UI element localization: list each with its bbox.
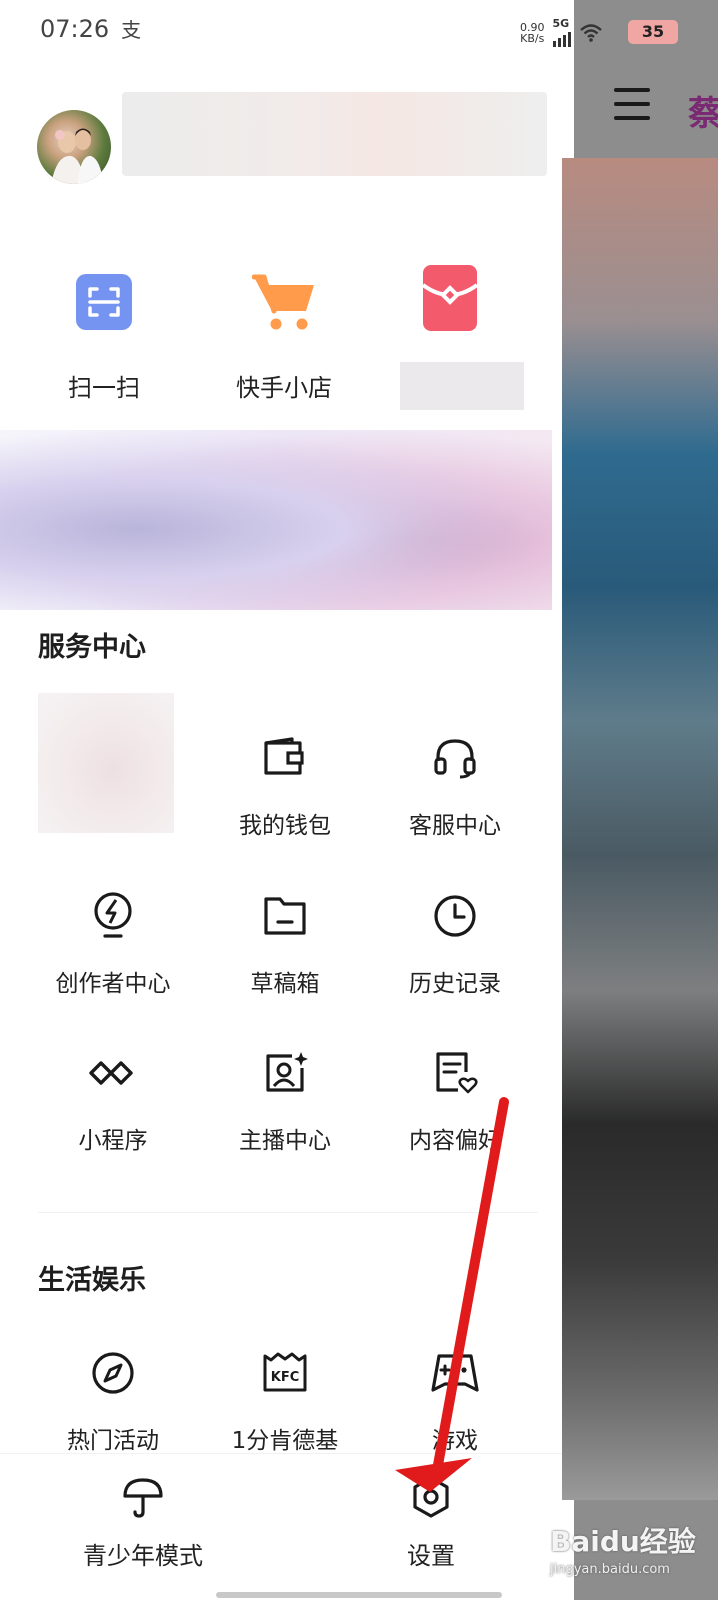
quick-action-shop[interactable]: 快手小店	[194, 270, 374, 403]
quick-actions: 扫一扫 快手小店	[0, 265, 562, 420]
section-title-service: 服务中心	[38, 632, 146, 663]
life-item-hot-activities[interactable]: 热门活动	[28, 1345, 198, 1455]
umbrella-icon	[123, 1478, 163, 1518]
service-item-label: 主播中心	[239, 1128, 331, 1154]
headset-icon	[427, 730, 483, 786]
promo-banner-blurred[interactable]	[0, 430, 552, 610]
red-envelope-icon	[418, 265, 482, 331]
clock-icon	[427, 888, 483, 944]
alipay-status-icon: 支	[121, 18, 142, 42]
settings-icon	[413, 1476, 449, 1518]
quick-action-scan[interactable]: 扫一扫	[14, 270, 194, 403]
baidu-watermark: Baidu经验 jingyan.baidu.com	[550, 1520, 696, 1577]
status-bar-left: 07:26 支	[40, 14, 141, 43]
avatar[interactable]	[37, 110, 111, 184]
service-item-label: 客服中心	[409, 813, 501, 839]
service-item-label: 历史记录	[409, 971, 501, 997]
section-title-life: 生活娱乐	[38, 1265, 146, 1296]
service-item-wallet[interactable]: 我的钱包	[200, 730, 370, 840]
side-drawer: 07:26 支 0.90 KB/s 5G 扫一扫 快手小店 服务中心 我的钱包 …	[0, 0, 602, 1600]
kfc-icon: KFC	[257, 1345, 313, 1401]
quick-action-red-envelope[interactable]	[360, 265, 540, 331]
life-item-games[interactable]: 游戏	[370, 1345, 540, 1455]
folder-icon	[257, 888, 313, 944]
network-label: 5G	[552, 17, 570, 30]
cart-icon	[252, 270, 316, 334]
svg-text:KFC: KFC	[271, 1370, 300, 1385]
net-speed-unit: KB/s	[520, 31, 545, 45]
hamburger-menu-icon[interactable]	[614, 88, 650, 124]
life-item-label: 1分肯德基	[231, 1428, 339, 1454]
wifi-icon	[579, 23, 602, 42]
status-time: 07:26	[40, 15, 110, 43]
service-item-customer-service[interactable]: 客服中心	[370, 730, 540, 840]
signal-icon	[552, 29, 571, 47]
service-item-content-preference[interactable]: 内容偏好	[370, 1045, 540, 1155]
scan-icon	[72, 270, 136, 334]
home-indicator[interactable]	[216, 1592, 502, 1598]
streamer-icon	[257, 1045, 313, 1101]
service-item-mini-program[interactable]: 小程序	[28, 1045, 198, 1155]
feed-blurred-content	[562, 158, 718, 1500]
status-bar-right: 0.90 KB/s 5G	[520, 18, 603, 47]
service-item-label: 草稿箱	[250, 971, 320, 997]
compass-icon	[85, 1345, 141, 1401]
service-item-label: 我的钱包	[239, 813, 331, 839]
teen-mode-button[interactable]: 青少年模式	[58, 1474, 228, 1571]
service-item-label: 创作者中心	[55, 971, 171, 997]
quick-action-label: 快手小店	[236, 374, 332, 402]
wallet-icon	[257, 730, 313, 786]
brand-fragment: 蔡	[688, 94, 718, 134]
section-divider	[38, 1212, 538, 1213]
service-item-label: 内容偏好	[409, 1128, 501, 1154]
net-speed: 0.90 KB/s	[520, 22, 545, 44]
quick-action-label: 扫一扫	[68, 374, 140, 402]
service-item-label: 小程序	[78, 1128, 148, 1154]
life-item-label: 热门活动	[67, 1428, 159, 1454]
service-item-creator-center[interactable]: 创作者中心	[28, 888, 198, 998]
username-blurred[interactable]	[122, 92, 547, 176]
lightning-bulb-icon	[85, 888, 141, 944]
net-speed-value: 0.90	[520, 20, 545, 34]
teen-mode-label: 青少年模式	[83, 1542, 203, 1570]
game-controller-icon	[427, 1345, 483, 1401]
settings-button[interactable]: 设置	[346, 1474, 516, 1571]
quick-action-label-blurred	[400, 362, 524, 410]
settings-label: 设置	[407, 1542, 455, 1570]
life-item-kfc[interactable]: KFC 1分肯德基	[200, 1345, 370, 1455]
mini-program-icon	[85, 1045, 141, 1101]
watermark-text: Baidu经验	[550, 1525, 696, 1558]
battery-indicator: 35	[628, 20, 678, 44]
service-item-streamer-center[interactable]: 主播中心	[200, 1045, 370, 1155]
content-preference-icon	[427, 1045, 483, 1101]
service-item-drafts[interactable]: 草稿箱	[200, 888, 370, 998]
service-item-history[interactable]: 历史记录	[370, 888, 540, 998]
service-item-blurred[interactable]	[38, 693, 174, 833]
network-type: 5G	[552, 17, 571, 47]
life-item-label: 游戏	[432, 1428, 478, 1454]
watermark-url: jingyan.baidu.com	[550, 1562, 670, 1577]
drawer-bottom-bar: 青少年模式 设置	[0, 1453, 562, 1600]
